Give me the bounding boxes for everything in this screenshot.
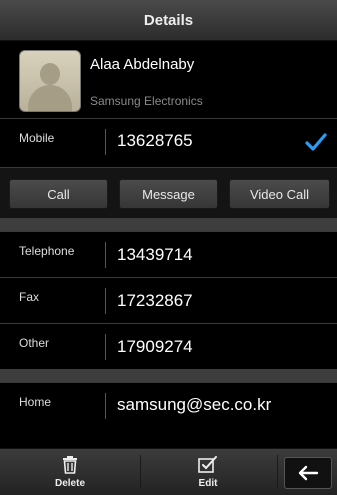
edit-button[interactable]: Edit	[168, 449, 248, 495]
fax-value: 17232867	[117, 291, 193, 310]
telephone-label: Telephone	[19, 244, 75, 258]
contact-company: Samsung Electronics	[90, 94, 203, 108]
toolbar-divider	[140, 455, 141, 489]
fax-label: Fax	[19, 290, 40, 304]
edit-label: Edit	[198, 477, 218, 489]
email-value: samsung@sec.co.kr	[117, 395, 272, 414]
mobile-label: Mobile	[19, 131, 55, 145]
telephone-row[interactable]: Telephone 13439714	[0, 231, 337, 278]
trash-icon	[63, 455, 77, 474]
delete-button[interactable]: Delete	[30, 449, 110, 495]
avatar[interactable]	[19, 50, 81, 112]
back-button[interactable]	[284, 457, 332, 489]
page-title: Details	[143, 11, 194, 29]
title-bar: Details	[0, 0, 337, 41]
section-separator	[0, 218, 337, 231]
call-button[interactable]: Call	[9, 179, 108, 209]
contact-name: Alaa Abdelnaby	[90, 56, 195, 73]
avatar-head-shape	[40, 63, 60, 85]
checkmark-icon[interactable]	[305, 132, 327, 152]
toolbar-divider	[277, 455, 278, 489]
action-bar: Call Message Video Call	[0, 167, 337, 218]
section-separator	[0, 369, 337, 382]
contact-header: Alaa Abdelnaby Samsung Electronics	[0, 41, 337, 118]
email-row[interactable]: Home samsung@sec.co.kr	[0, 382, 337, 433]
telephone-value: 13439714	[117, 245, 193, 264]
field-divider	[105, 288, 106, 314]
video-call-button[interactable]: Video Call	[229, 179, 330, 209]
other-value: 17909274	[117, 337, 193, 356]
field-divider	[105, 129, 106, 155]
email-label: Home	[19, 395, 52, 409]
fax-row[interactable]: Fax 17232867	[0, 277, 337, 324]
field-divider	[105, 334, 106, 360]
mobile-row[interactable]: Mobile 13628765	[0, 118, 337, 165]
other-row[interactable]: Other 17909274	[0, 323, 337, 370]
field-divider	[105, 242, 106, 268]
back-arrow-icon	[298, 465, 319, 481]
delete-label: Delete	[54, 477, 85, 489]
avatar-shoulders-shape	[28, 85, 72, 111]
message-button[interactable]: Message	[119, 179, 218, 209]
bottom-toolbar: Delete Edit	[0, 448, 337, 495]
field-divider	[105, 393, 106, 419]
other-label: Other	[19, 336, 50, 350]
mobile-value: 13628765	[117, 131, 193, 150]
edit-checkbox-icon	[198, 455, 217, 473]
